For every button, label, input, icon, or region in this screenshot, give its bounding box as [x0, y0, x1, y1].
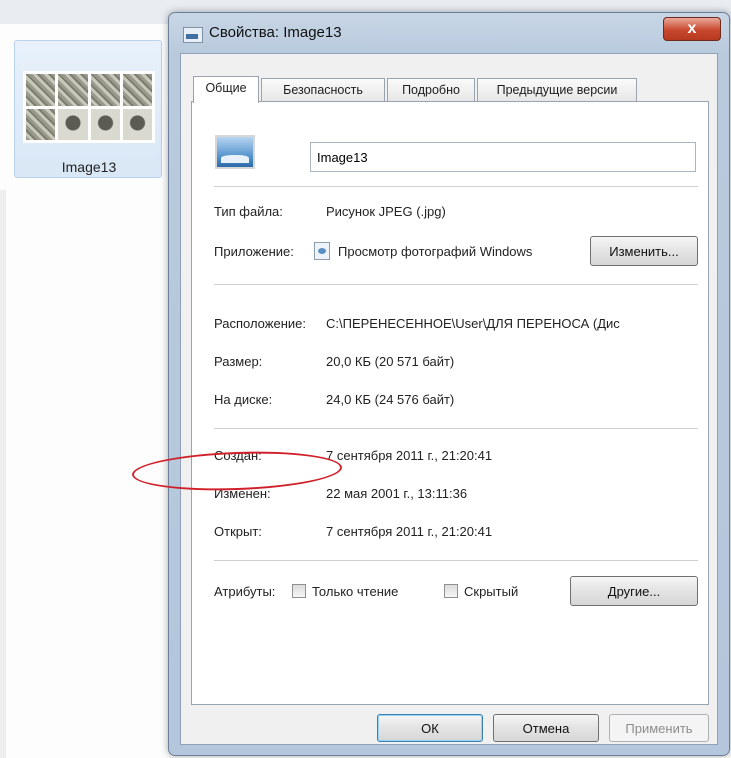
size-label: Размер: [214, 354, 263, 369]
close-button[interactable]: x [663, 17, 721, 41]
jpeg-file-icon [215, 135, 255, 169]
thumbnail-tile [122, 74, 152, 106]
size-on-disk-value: 24,0 КБ (24 576 байт) [326, 392, 455, 407]
readonly-checkbox[interactable] [292, 584, 306, 598]
tab-previous-versions[interactable]: Предыдущие версии [477, 78, 637, 102]
selected-file-item[interactable]: Image13 [14, 40, 162, 178]
properties-dialog: Свойства: Image13 x Общие Безопасность П… [168, 12, 730, 756]
tab-general[interactable]: Общие [193, 76, 259, 103]
other-attributes-button[interactable]: Другие... [570, 576, 698, 606]
file-type-label: Тип файла: [214, 204, 283, 219]
hidden-checkbox[interactable] [444, 584, 458, 598]
divider [214, 428, 698, 429]
thumbnail-tile [26, 108, 56, 140]
tab-security[interactable]: Безопасность [261, 78, 385, 102]
close-icon: x [687, 20, 697, 37]
thumbnail-tile [90, 74, 120, 106]
change-application-button[interactable]: Изменить... [590, 236, 698, 266]
explorer-pane-edge [0, 190, 6, 758]
divider [214, 284, 698, 285]
thumbnail-tile [122, 108, 152, 140]
file-item-label: Image13 [61, 159, 117, 175]
thumbnail-tile [58, 74, 88, 106]
created-value: 7 сентября 2011 г., 21:20:41 [326, 448, 493, 463]
divider [214, 186, 698, 187]
location-value: C:\ПЕРЕНЕСЕННОЕ\User\ДЛЯ ПЕРЕНОСА (Дис [326, 316, 620, 331]
thumbnail-tile [58, 108, 88, 140]
application-value: Просмотр фотографий Windows [338, 244, 533, 259]
file-type-value: Рисунок JPEG (.jpg) [326, 204, 446, 219]
location-label: Расположение: [214, 316, 306, 331]
size-value: 20,0 КБ (20 571 байт) [326, 354, 455, 369]
thumbnail-tile [26, 74, 56, 106]
cancel-button[interactable]: Отмена [493, 714, 599, 742]
attributes-label: Атрибуты: [214, 584, 276, 599]
image-thumbnail [23, 71, 155, 143]
file-name-input[interactable] [310, 142, 696, 172]
tab-details[interactable]: Подробно [387, 78, 475, 102]
accessed-label: Открыт: [214, 524, 262, 539]
accessed-value: 7 сентября 2011 г., 21:20:41 [326, 524, 493, 539]
readonly-label: Только чтение [312, 584, 399, 599]
dialog-titlebar[interactable]: Свойства: Image13 x [169, 13, 729, 49]
properties-window-icon [183, 27, 203, 43]
photo-viewer-icon [314, 242, 330, 260]
general-tab-panel: Тип файла: Рисунок JPEG (.jpg) Приложени… [191, 101, 709, 705]
thumbnail-tile [90, 108, 120, 140]
modified-value: 22 мая 2001 г., 13:11:36 [326, 486, 468, 501]
ok-button[interactable]: ОК [377, 714, 483, 742]
hidden-label: Скрытый [464, 584, 519, 599]
dialog-title: Свойства: Image13 [209, 24, 342, 41]
application-label: Приложение: [214, 244, 294, 259]
dialog-client-area: Общие Безопасность Подробно Предыдущие в… [180, 53, 718, 745]
size-on-disk-label: На диске: [214, 392, 273, 407]
apply-button[interactable]: Применить [609, 714, 709, 742]
divider [214, 560, 698, 561]
